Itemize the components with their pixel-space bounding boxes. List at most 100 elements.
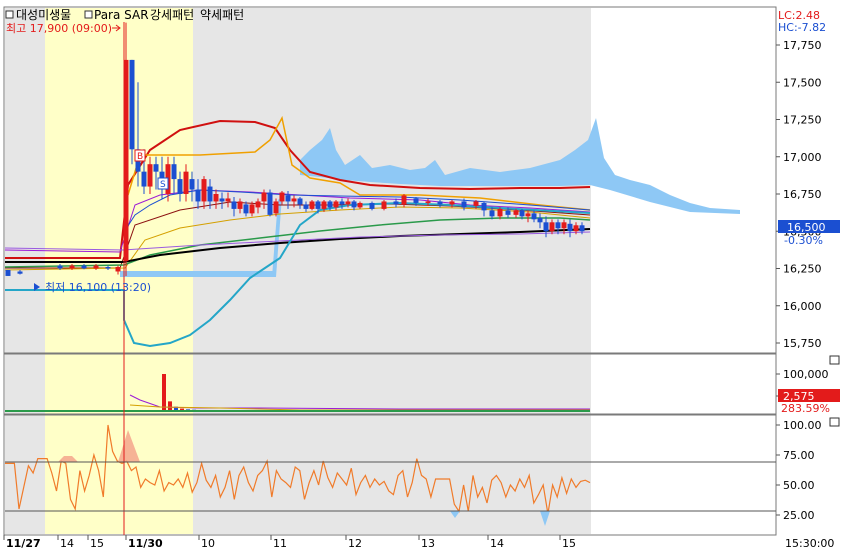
candle-up	[225, 198, 231, 202]
candle-up	[449, 201, 455, 205]
x-tick-label: 15	[562, 537, 576, 550]
candle-up	[513, 210, 519, 215]
candle-up	[69, 265, 75, 269]
candle-up	[573, 225, 579, 232]
legend-stock-name: 대성미생물	[16, 8, 71, 22]
candle-up	[561, 222, 567, 229]
candle-down	[105, 267, 111, 269]
osc-y-tick-label: 75.00	[783, 449, 815, 462]
candle-up	[213, 194, 219, 202]
price-y-tick-label: 16,000	[783, 300, 822, 313]
candle-down	[339, 201, 345, 205]
volume-badge-change: 283.59%	[781, 402, 830, 415]
candle-up	[425, 201, 431, 203]
candle-down	[413, 198, 419, 203]
price-y-tick-label: 17,250	[783, 114, 822, 127]
legend-bull-pattern: 강세패턴	[150, 8, 194, 22]
x-tick-label: 11/30	[128, 537, 163, 550]
candle-up	[401, 195, 407, 205]
candle-down	[195, 189, 201, 202]
candle-down	[17, 271, 23, 274]
x-tick-label: 12	[348, 537, 362, 550]
candle-up	[255, 201, 261, 208]
candle-down	[5, 269, 11, 276]
candle-down	[243, 204, 249, 214]
volume-panel-close-button[interactable]	[829, 355, 840, 365]
x-tick-label: 14	[60, 537, 74, 550]
candle-down	[369, 202, 375, 209]
candle-up	[201, 179, 207, 202]
price-y-tick-label: 17,500	[783, 76, 822, 89]
candle-down	[537, 217, 543, 223]
osc-y-tick-label: 50.00	[783, 479, 815, 492]
low-annotation: 최저 16,100 (13:20)	[45, 281, 151, 294]
candle-down	[351, 201, 357, 208]
legend-checkbox-1[interactable]	[5, 10, 14, 19]
x-tick-label: 13	[421, 537, 435, 550]
x-tick-label: 14	[490, 537, 504, 550]
candle-down	[315, 201, 321, 209]
candle-down	[327, 201, 333, 208]
candle-up	[261, 192, 267, 202]
x-tick-label: 15	[90, 537, 104, 550]
price-y-tick-label: 16,750	[783, 188, 822, 201]
candle-down	[171, 164, 177, 180]
candle-up	[345, 201, 351, 205]
candle-down	[489, 210, 495, 217]
candle-down	[543, 222, 549, 232]
legend-bear-pattern: 약세패턴	[200, 7, 244, 22]
price-y-tick-label: 16,250	[783, 263, 822, 276]
candle-down	[285, 195, 291, 202]
candle-down	[57, 265, 63, 269]
candle-up	[237, 201, 243, 209]
candle-up	[473, 201, 479, 206]
candle-up	[279, 192, 285, 202]
candle-down	[481, 202, 487, 211]
candle-down	[219, 198, 225, 202]
hc-label: HC:-7.82	[778, 21, 826, 34]
time-axis-label: 15:30:00	[785, 537, 834, 550]
candle-up	[333, 201, 339, 208]
high-annotation: 최고 17,900 (09:00)	[6, 22, 112, 35]
volume-y-tick-label: 100,000	[783, 368, 829, 381]
candle-down	[519, 210, 525, 217]
oscillator-panel-close-button[interactable]	[829, 417, 840, 427]
candle-down	[437, 201, 443, 205]
candle-down	[129, 59, 135, 150]
osc-y-tick-label: 25.00	[783, 509, 815, 522]
candle-down	[141, 171, 147, 187]
candle-down	[297, 198, 303, 205]
candle-up	[549, 222, 555, 232]
x-tick-label: 11/27	[6, 537, 41, 550]
gap-bg	[5, 8, 45, 534]
candle-up	[291, 198, 297, 202]
candle-down	[555, 222, 561, 229]
candle-down	[461, 201, 467, 208]
candle-down	[267, 192, 273, 215]
legend-para-sar: Para SAR	[94, 8, 149, 22]
candle-up	[357, 202, 363, 208]
stock-chart: 17,750 17,500 17,250 17,000 16,750 16,500 16,2…	[0, 0, 841, 552]
price-badge-value: 16,500	[787, 221, 826, 234]
candle-up	[497, 208, 503, 217]
price-y-tick-label: 17,000	[783, 151, 822, 164]
price-y-tick-label: 17,750	[783, 39, 822, 52]
sell-marker-label: S	[160, 180, 166, 190]
candle-down	[231, 201, 237, 209]
candle-down	[531, 213, 537, 220]
candle-up	[115, 267, 121, 272]
candle-down	[567, 223, 573, 232]
candle-down	[579, 225, 585, 232]
candle-up	[273, 201, 279, 214]
candle-down	[81, 265, 87, 269]
candle-down	[303, 204, 309, 209]
legend-checkbox-2[interactable]	[84, 10, 93, 19]
volume-bar	[162, 374, 166, 412]
price-y-tick-label: 15,750	[783, 337, 822, 350]
candle-down	[177, 179, 183, 194]
price-badge-change: -0.30%	[784, 234, 823, 247]
candle-down	[189, 179, 195, 190]
candle-up	[381, 201, 387, 209]
candle-up	[321, 201, 327, 209]
candle-up	[525, 213, 531, 217]
